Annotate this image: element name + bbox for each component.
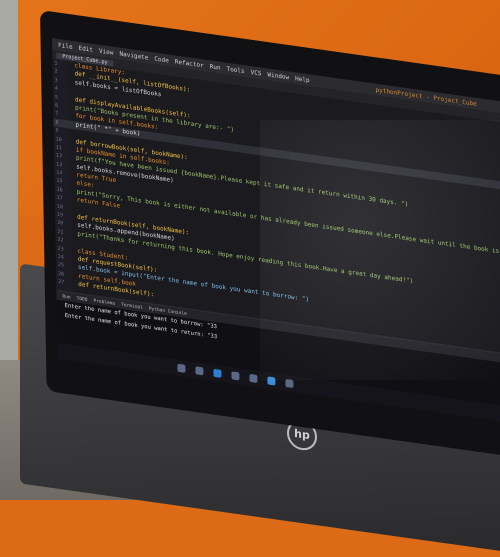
terminal-tab[interactable]: TODO (77, 296, 88, 303)
menu-item[interactable]: File (58, 41, 73, 50)
mail-icon[interactable] (285, 378, 294, 389)
menu-item[interactable]: Edit (78, 44, 93, 53)
menu-item[interactable]: Window (267, 71, 289, 81)
task-view-icon[interactable] (195, 366, 204, 376)
folder-icon[interactable] (231, 371, 240, 381)
menu-item[interactable]: Help (295, 75, 310, 84)
menu-item[interactable]: Code (154, 55, 169, 64)
browser-icon[interactable] (213, 368, 222, 378)
menu-item[interactable]: Run (210, 63, 221, 72)
store-icon[interactable] (249, 373, 258, 384)
menu-item[interactable]: View (99, 47, 114, 56)
terminal-tab[interactable]: Run (62, 294, 70, 300)
vscode-icon[interactable] (267, 376, 276, 386)
menu-item[interactable]: Tools (226, 65, 244, 75)
menu-item[interactable]: VCS (251, 68, 262, 77)
search-icon[interactable] (177, 363, 186, 373)
line-number: 27 (58, 279, 65, 286)
